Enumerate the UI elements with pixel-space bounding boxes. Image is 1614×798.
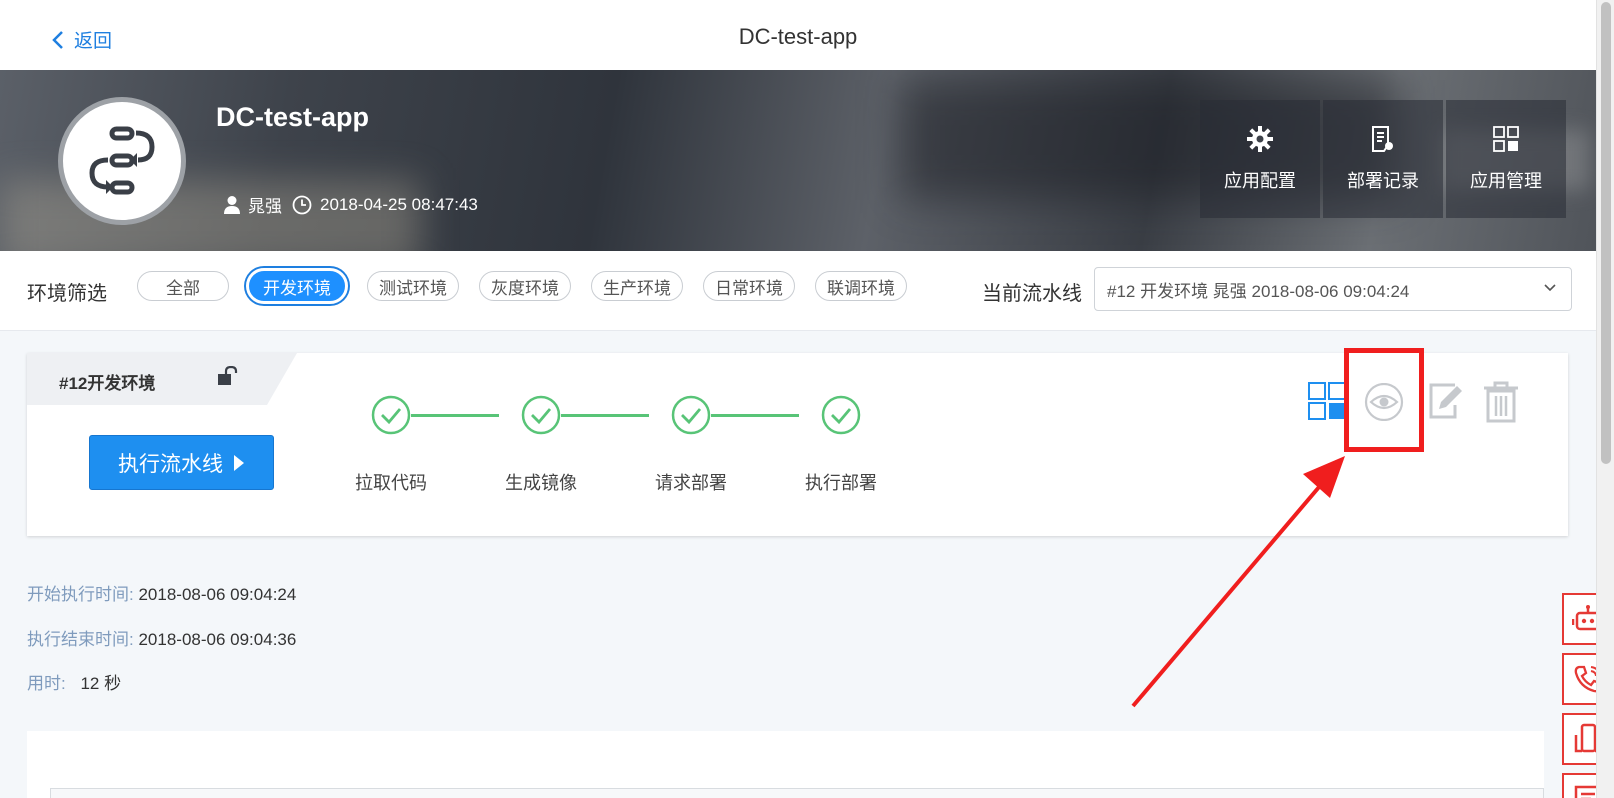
step-success-icon bbox=[371, 395, 411, 435]
gear-icon bbox=[1247, 126, 1273, 152]
chip-prod[interactable]: 生产环境 bbox=[591, 271, 683, 301]
chip-dev[interactable]: 开发环境 bbox=[246, 268, 348, 304]
trash-icon[interactable] bbox=[1482, 381, 1520, 423]
run-pipeline-label: 执行流水线 bbox=[118, 452, 223, 476]
user-icon bbox=[224, 195, 240, 214]
app-manage-button[interactable]: 应用管理 bbox=[1446, 100, 1566, 218]
app-manage-label: 应用管理 bbox=[1470, 171, 1542, 191]
document-icon bbox=[1372, 126, 1393, 152]
end-time-label: 执行结束时间: bbox=[27, 630, 134, 649]
start-time-label: 开始执行时间: bbox=[27, 585, 134, 604]
end-time-value: 2018-08-06 09:04:36 bbox=[138, 630, 297, 649]
run-pipeline-button[interactable]: 执行流水线 bbox=[89, 435, 274, 490]
chip-all[interactable]: 全部 bbox=[137, 271, 229, 301]
highlight-box bbox=[1344, 348, 1424, 452]
chip-test[interactable]: 测试环境 bbox=[367, 271, 459, 301]
unlock-icon[interactable] bbox=[215, 366, 239, 388]
chip-gray[interactable]: 灰度环境 bbox=[479, 271, 571, 301]
scrollbar-thumb[interactable] bbox=[1601, 2, 1611, 464]
app-name: DC-test-app bbox=[216, 102, 369, 132]
edit-icon[interactable] bbox=[1425, 381, 1465, 421]
pipeline-select-value: #12 开发环境 晁强 2018-08-06 09:04:24 bbox=[1107, 281, 1410, 301]
chip-daily[interactable]: 日常环境 bbox=[703, 271, 795, 301]
app-config-label: 应用配置 bbox=[1224, 171, 1296, 191]
step-label-build: 生成镜像 bbox=[505, 473, 577, 493]
created-time: 2018-04-25 08:47:43 bbox=[320, 194, 478, 214]
log-box bbox=[50, 788, 1544, 798]
environment-chips: 全部 开发环境 测试环境 灰度环境 生产环境 日常环境 联调环境 bbox=[137, 268, 927, 304]
pipeline-tab-title: #12开发环境 bbox=[59, 374, 156, 393]
chevron-down-icon bbox=[1544, 284, 1556, 292]
filter-label: 环境筛选 bbox=[27, 283, 107, 305]
end-time-row: 执行结束时间: 2018-08-06 09:04:36 bbox=[27, 625, 296, 650]
start-time-value: 2018-08-06 09:04:24 bbox=[138, 585, 297, 604]
deploy-records-button[interactable]: 部署记录 bbox=[1323, 100, 1443, 218]
app-meta: 晁强 2018-04-25 08:47:43 bbox=[224, 192, 478, 217]
log-panel bbox=[27, 731, 1544, 798]
step-success-icon bbox=[521, 395, 561, 435]
grid-icon bbox=[1493, 126, 1519, 152]
top-bar: 返回 DC-test-app bbox=[0, 0, 1596, 70]
pipeline-select[interactable]: #12 开发环境 晁强 2018-08-06 09:04:24 bbox=[1094, 267, 1572, 311]
page-title: DC-test-app bbox=[738, 24, 858, 49]
step-label-pull: 拉取代码 bbox=[355, 473, 427, 493]
step-label-request: 请求部署 bbox=[655, 473, 727, 493]
deploy-records-label: 部署记录 bbox=[1347, 171, 1419, 191]
step-success-icon bbox=[671, 395, 711, 435]
vertical-scrollbar[interactable] bbox=[1596, 0, 1614, 798]
play-icon bbox=[234, 454, 244, 471]
pipeline-card: #12开发环境 执行流水线 拉取代码 生成镜像 请求部署 执行部署 bbox=[27, 348, 1568, 536]
chip-joint[interactable]: 联调环境 bbox=[815, 271, 907, 301]
environment-filter-bar: 环境筛选 全部 开发环境 测试环境 灰度环境 生产环境 日常环境 联调环境 当前… bbox=[0, 251, 1596, 331]
workflow-icon bbox=[89, 126, 155, 195]
grid-view-icon[interactable] bbox=[1307, 381, 1347, 421]
app-banner: DC-test-app 晁强 2018-04-25 08:47:43 应用配置 bbox=[0, 70, 1596, 251]
owner-name: 晁强 bbox=[248, 197, 282, 216]
duration-label: 用时: bbox=[27, 674, 66, 693]
start-time-row: 开始执行时间: 2018-08-06 09:04:24 bbox=[27, 580, 296, 605]
app-config-button[interactable]: 应用配置 bbox=[1200, 100, 1320, 218]
app-actions: 应用配置 部署记录 应用管理 bbox=[1200, 100, 1566, 218]
clock-icon bbox=[292, 195, 312, 214]
pipeline-select-label: 当前流水线 bbox=[982, 283, 1082, 305]
duration-row: 用时: 12 秒 bbox=[27, 669, 121, 694]
step-label-deploy: 执行部署 bbox=[805, 473, 877, 493]
step-success-icon bbox=[821, 395, 861, 435]
duration-value: 12 秒 bbox=[80, 674, 122, 693]
app-avatar bbox=[58, 97, 186, 225]
